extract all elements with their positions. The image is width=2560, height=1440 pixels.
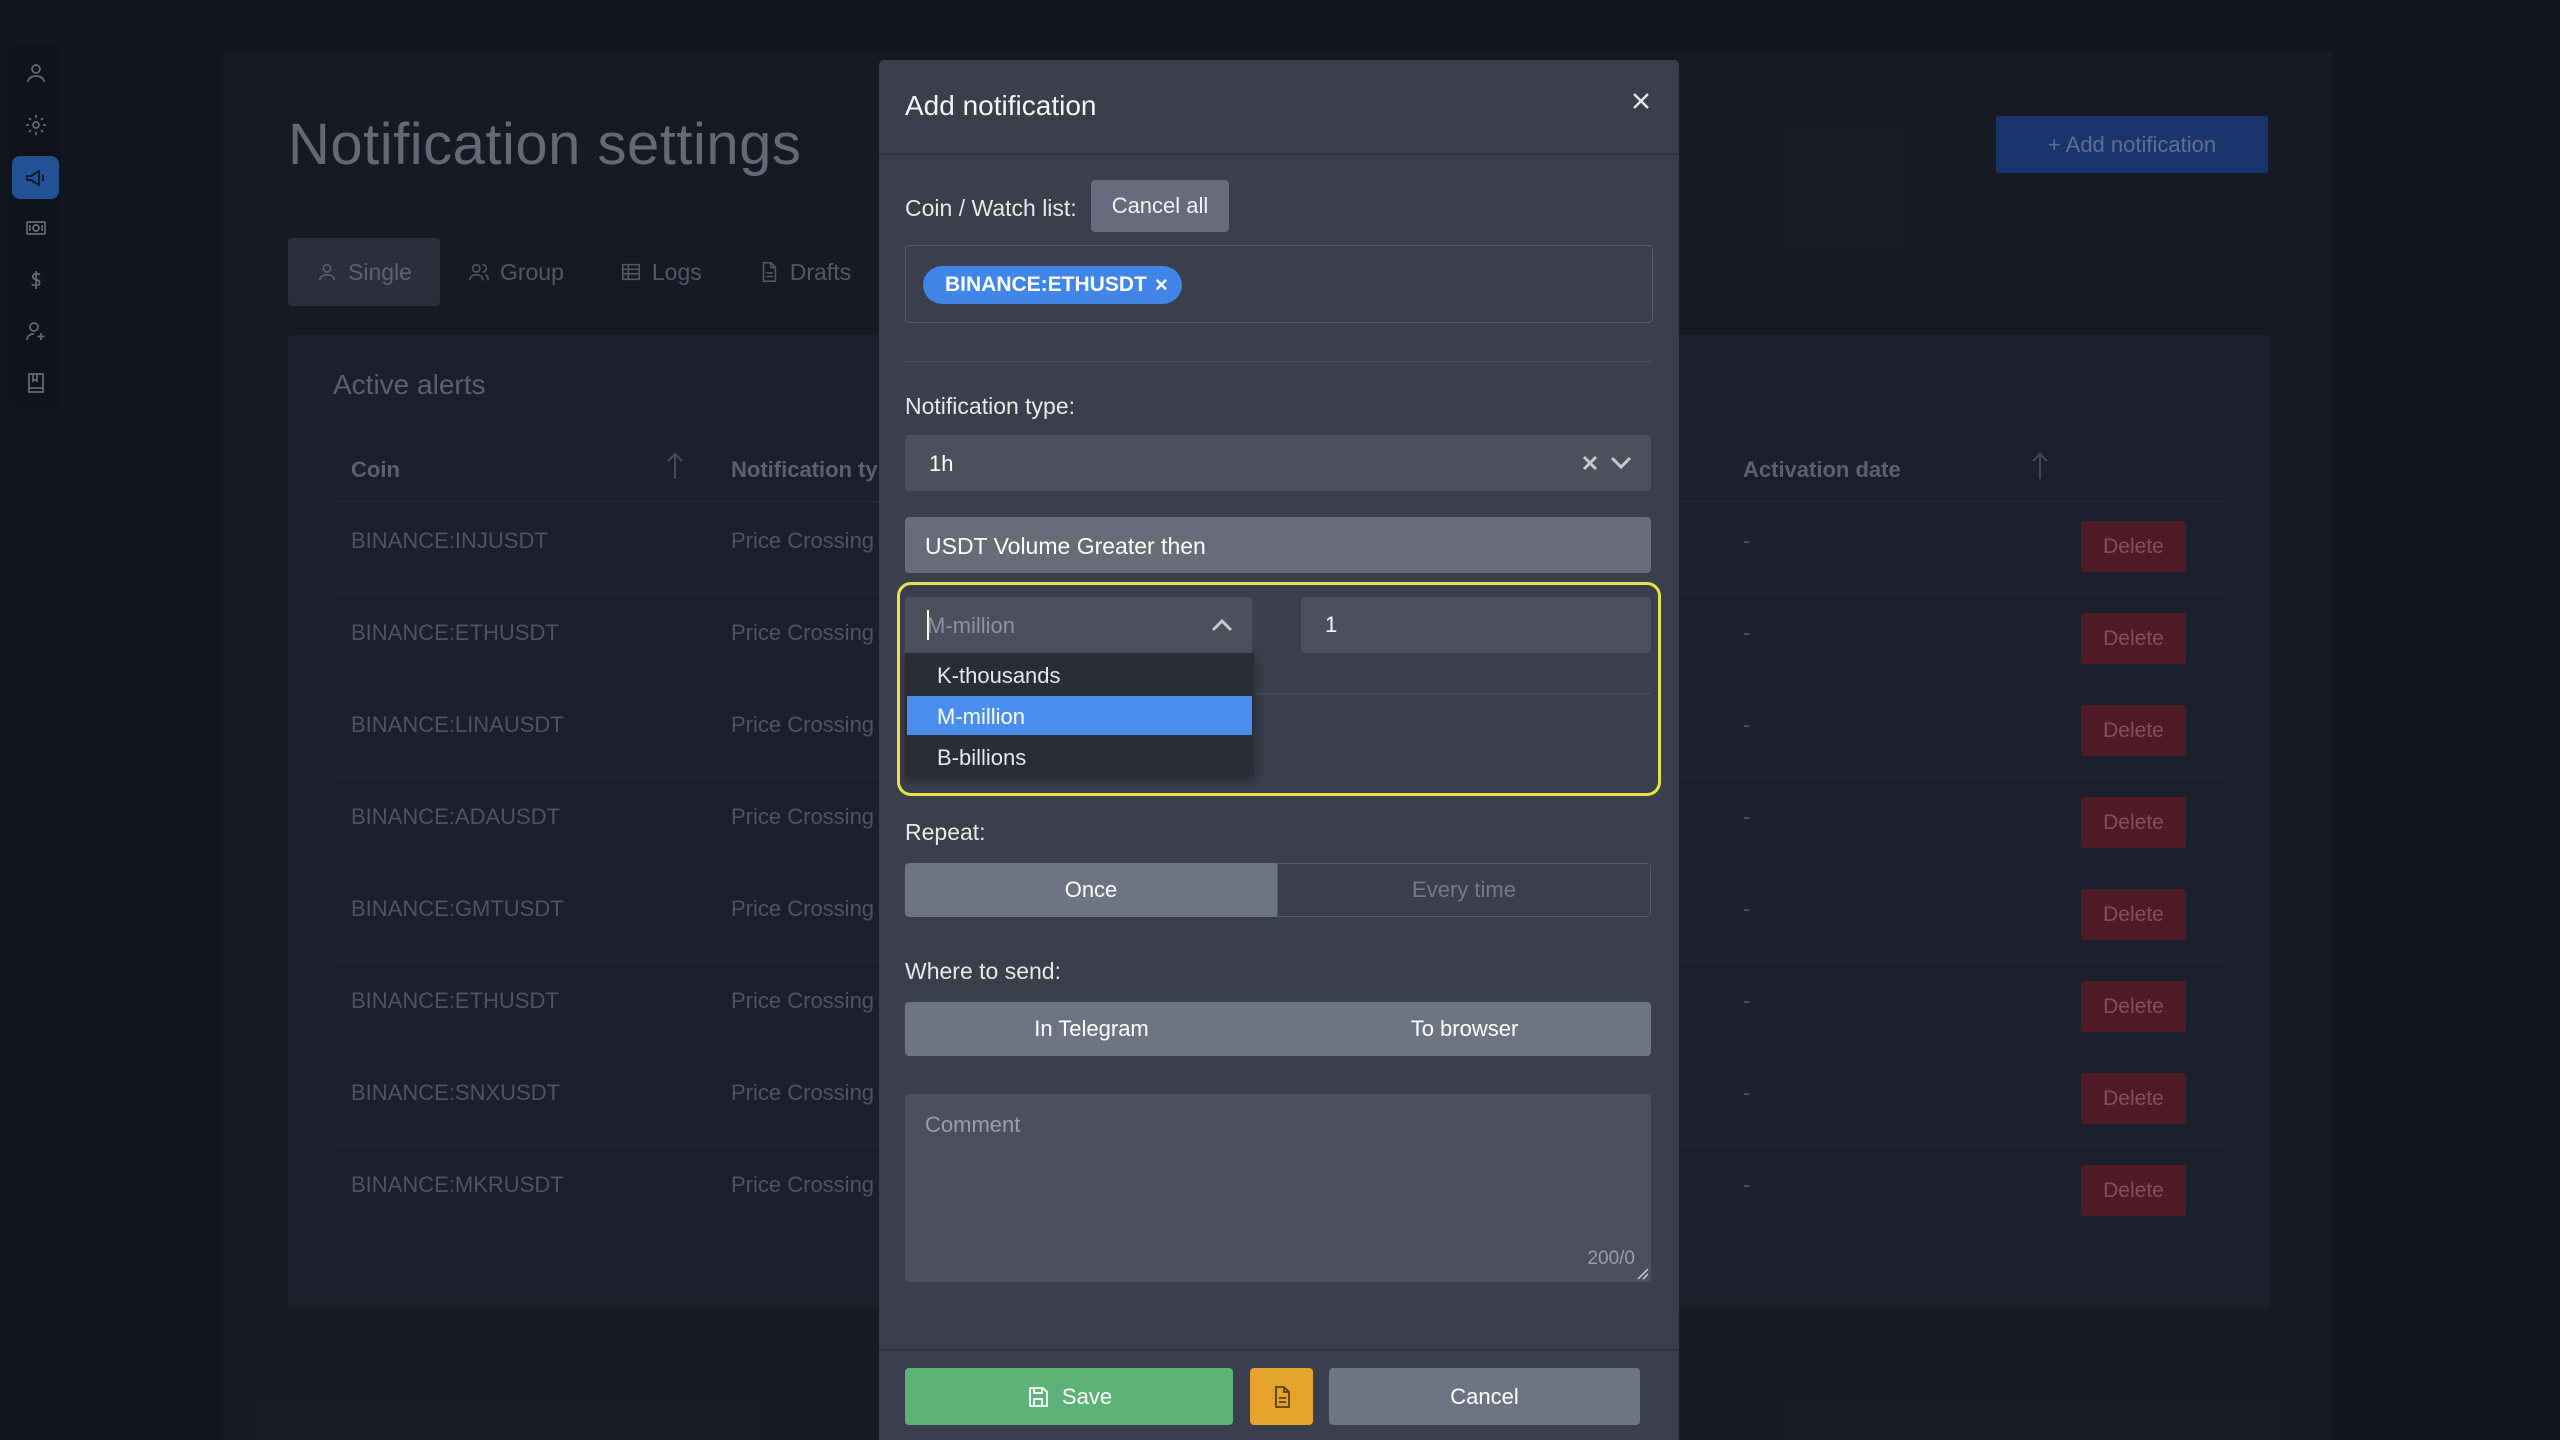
modal-title: Add notification [905,90,1097,121]
notification-type-value: 1h [929,451,954,476]
coin-chip-label: BINANCE:ETHUSDT [945,273,1147,296]
add-notification-modal: Add notification Coin / Watch list: Canc… [879,60,1679,1440]
clear-icon[interactable] [1581,454,1599,472]
send-browser-button[interactable]: To browser [1278,1002,1651,1056]
send-toggle: In Telegram To browser [905,1002,1651,1056]
save-label: Save [1061,1383,1113,1409]
repeat-every-time-button[interactable]: Every time [1277,863,1651,917]
notification-type-select[interactable]: 1h [905,435,1651,491]
divider [905,361,1651,362]
notification-type-label: Notification type: [905,393,1076,419]
comment-textarea[interactable] [905,1094,1651,1282]
cancel-button[interactable]: Cancel [1329,1368,1640,1425]
repeat-toggle: Once Every time [905,863,1651,917]
modal-header: Add notification [879,60,1679,155]
modal-footer-divider [879,1349,1679,1350]
floppy-disk-icon [1029,1386,1048,1407]
resize-handle-icon[interactable] [1635,1266,1649,1280]
coin-selector[interactable]: BINANCE:ETHUSDT × [905,245,1653,323]
save-draft-button[interactable] [1250,1368,1313,1425]
character-counter: 200/0 [1587,1248,1635,1269]
chevron-down-icon[interactable] [1609,451,1633,475]
send-telegram-button[interactable]: In Telegram [905,1002,1278,1056]
repeat-label: Repeat: [905,819,986,845]
coin-chip: BINANCE:ETHUSDT × [923,266,1182,304]
close-button[interactable] [1625,86,1657,118]
document-icon [1274,1385,1290,1408]
remove-chip-icon[interactable]: × [1155,272,1168,298]
close-icon [1633,92,1649,109]
cancel-all-button[interactable]: Cancel all [1091,180,1229,232]
condition-field[interactable]: USDT Volume Greater then [905,517,1651,573]
save-button[interactable]: Save [905,1368,1233,1425]
repeat-once-button[interactable]: Once [905,863,1277,917]
coin-label: Coin / Watch list: [905,195,1077,221]
condition-value: USDT Volume Greater then [925,533,1206,559]
highlight-outline [897,582,1661,796]
where-to-send-label: Where to send: [905,958,1061,984]
